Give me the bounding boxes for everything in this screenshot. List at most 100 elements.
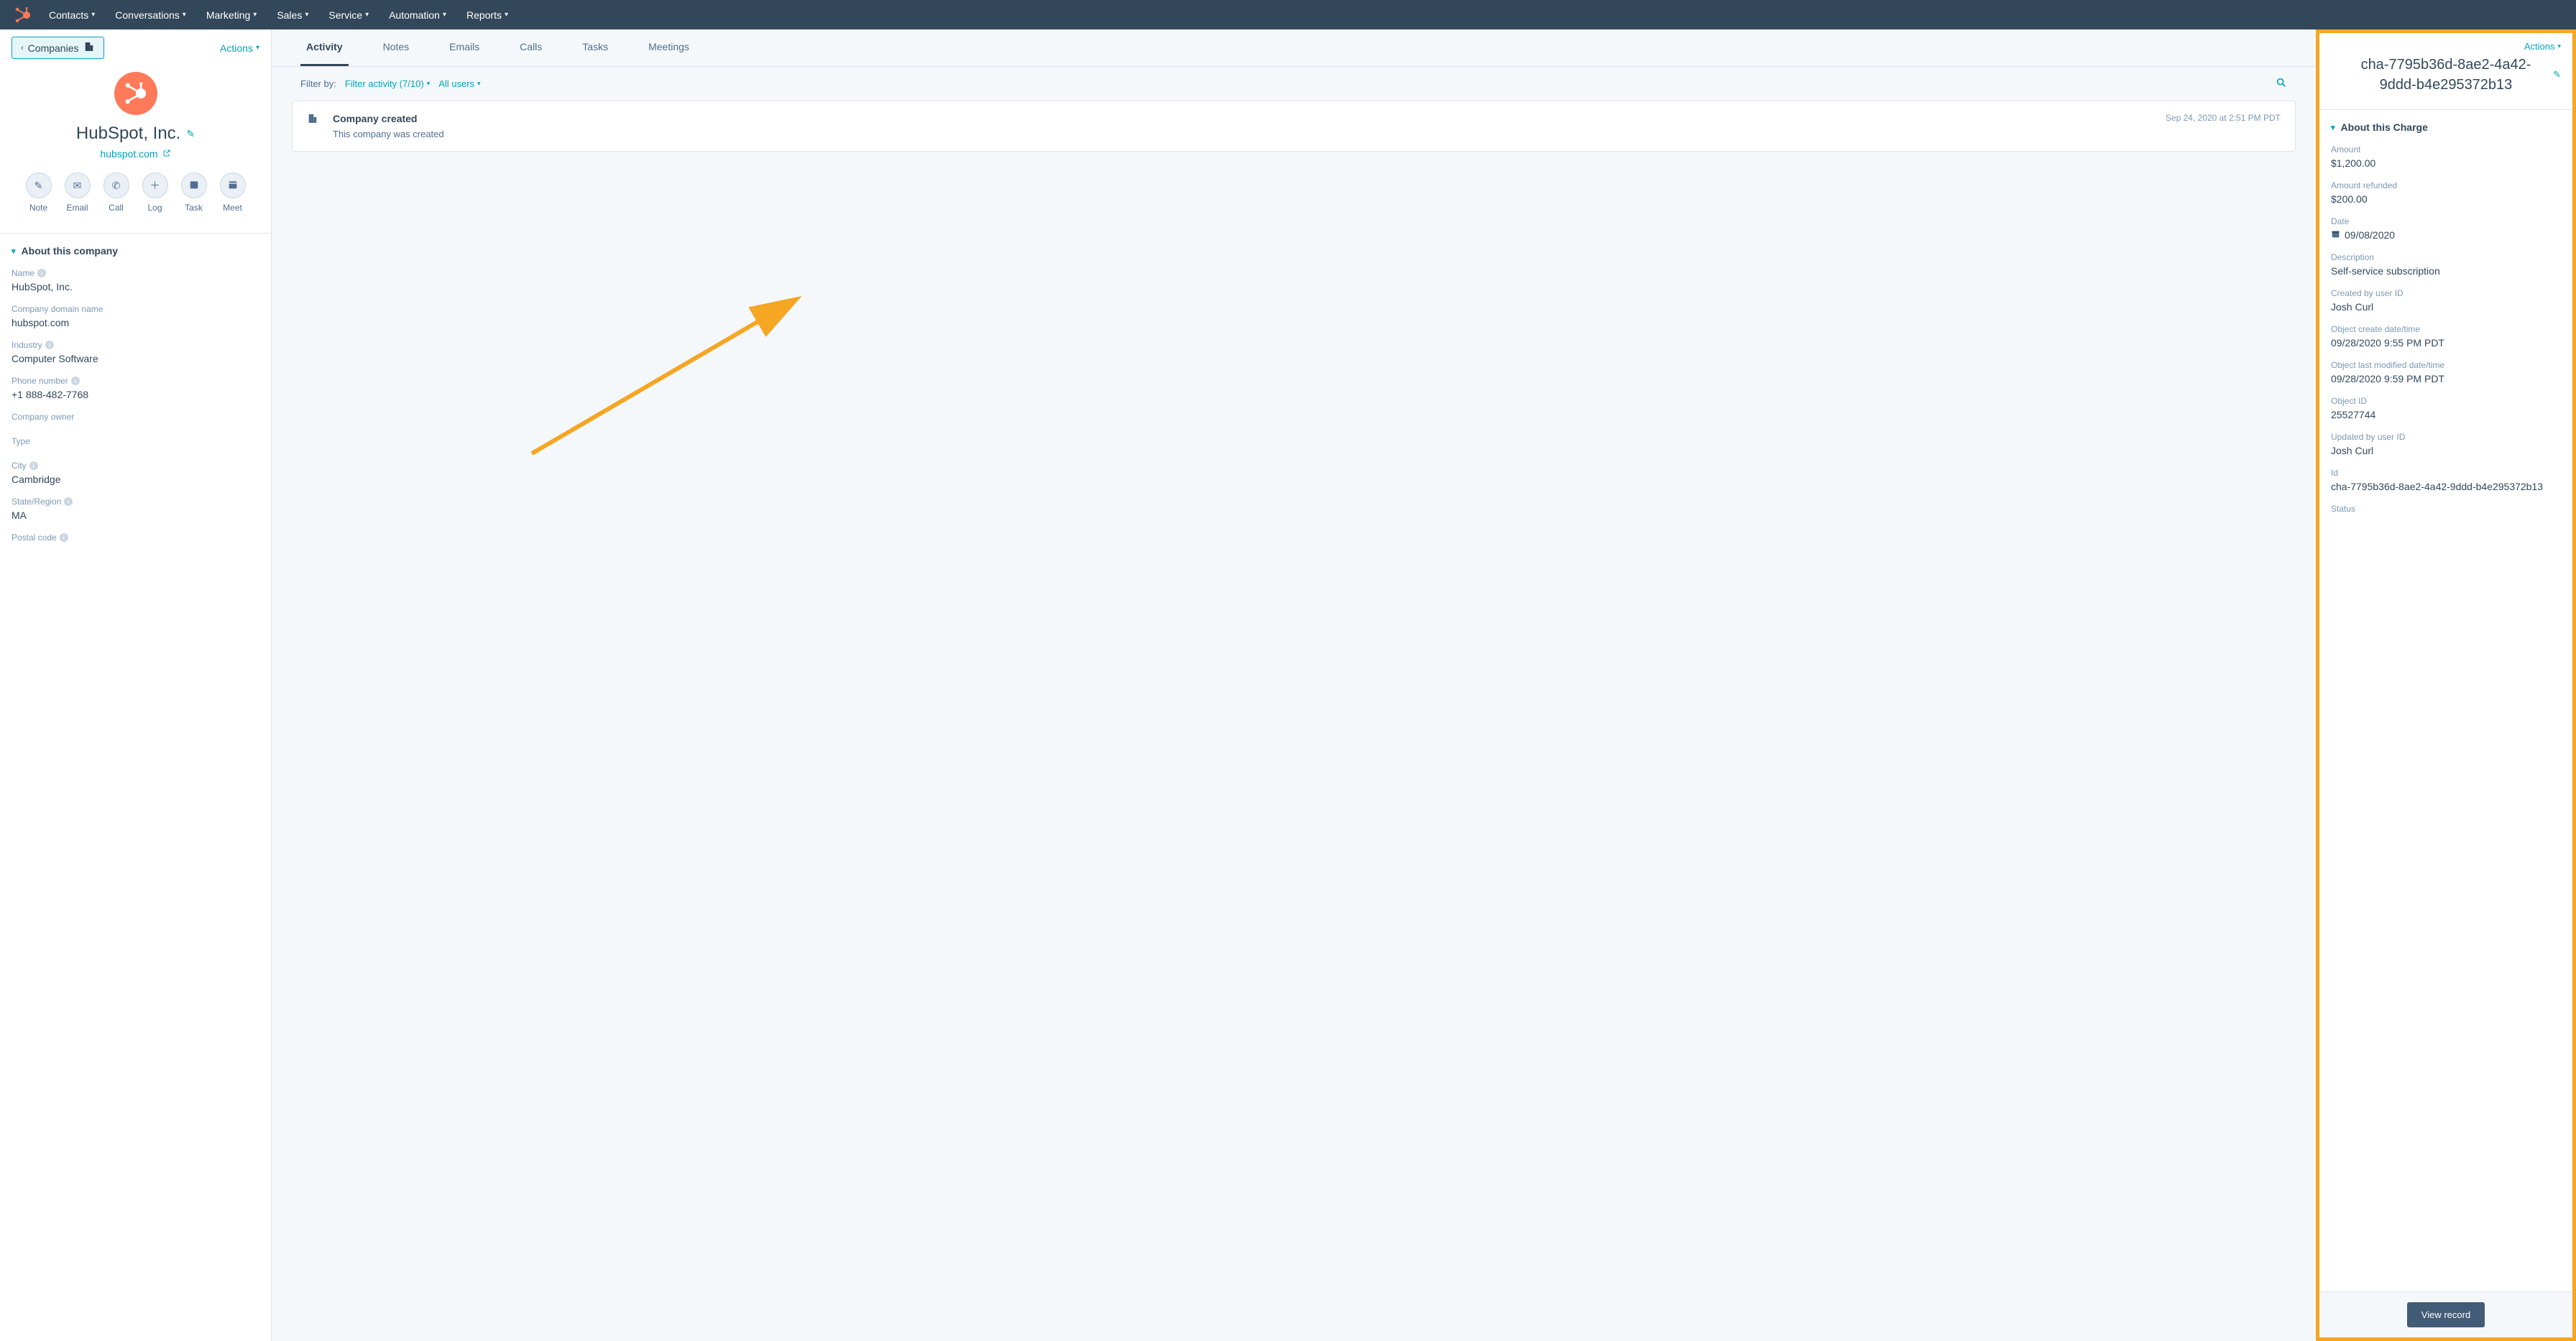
- filter-activity-dropdown[interactable]: Filter activity (7/10) ▾: [345, 78, 430, 89]
- charge-property[interactable]: Date09/08/2020: [2331, 211, 2561, 246]
- plus-icon: ＋: [150, 178, 160, 193]
- property-value: Cambridge: [12, 474, 259, 485]
- company-property[interactable]: Phone numberi +1 888-482-7768: [0, 370, 271, 406]
- view-record-button[interactable]: View record: [2407, 1302, 2485, 1327]
- edit-company-name-icon[interactable]: ✎: [186, 128, 195, 140]
- nav-sales[interactable]: Sales▾: [277, 9, 308, 21]
- charge-property[interactable]: Idcha-7795b36d-8ae2-4a42-9ddd-b4e295372b…: [2331, 462, 2561, 498]
- property-label: Amount: [2331, 144, 2561, 155]
- property-label: Object ID: [2331, 396, 2561, 406]
- chevron-down-icon: ▾: [443, 11, 446, 19]
- left-actions-dropdown[interactable]: Actions▾: [220, 42, 259, 54]
- activity-desc: This company was created: [333, 129, 444, 139]
- chevron-down-icon: ▾: [2331, 123, 2335, 132]
- log-button[interactable]: ＋Log: [142, 172, 168, 213]
- nav-marketing[interactable]: Marketing▾: [206, 9, 257, 21]
- building-icon: [83, 41, 95, 55]
- tab-activity[interactable]: Activity: [300, 29, 349, 66]
- calendar-icon: [2331, 229, 2340, 241]
- about-charge-section-toggle[interactable]: ▾ About this Charge: [2331, 110, 2561, 139]
- company-property[interactable]: Company domain name hubspot.com: [0, 298, 271, 334]
- info-icon: i: [71, 377, 80, 385]
- property-value: MA: [12, 510, 259, 521]
- company-domain-link[interactable]: hubspot.com: [100, 148, 170, 160]
- calendar-icon: [227, 179, 239, 193]
- chevron-down-icon: ▾: [91, 11, 95, 19]
- property-label: Cityi: [12, 461, 259, 471]
- chevron-down-icon: ▾: [2557, 42, 2561, 50]
- nav-conversations[interactable]: Conversations▾: [115, 9, 186, 21]
- charge-property[interactable]: Object create date/time 09/28/2020 9:55 P…: [2331, 318, 2561, 354]
- charge-property[interactable]: DescriptionSelf-service subscription: [2331, 246, 2561, 282]
- company-property[interactable]: Type: [0, 430, 271, 455]
- note-icon: ✎: [34, 180, 43, 192]
- property-label: Industryi: [12, 340, 259, 350]
- chevron-down-icon: ▾: [427, 80, 431, 88]
- charge-property[interactable]: Created by user ID Josh Curl: [2331, 282, 2561, 318]
- charge-property[interactable]: Updated by user IDJosh Curl: [2331, 426, 2561, 462]
- property-value: Josh Curl: [2331, 301, 2561, 313]
- property-label: Company domain name: [12, 304, 259, 314]
- back-to-companies-button[interactable]: ‹ Companies: [12, 37, 104, 59]
- property-label: Id: [2331, 468, 2561, 478]
- activity-title: Company created: [333, 113, 444, 124]
- property-label: Phone numberi: [12, 376, 259, 386]
- property-value: Computer Software: [12, 353, 259, 364]
- company-property[interactable]: Postal codei: [0, 527, 271, 551]
- chevron-down-icon: ▾: [505, 11, 508, 19]
- hubspot-logo-icon: [14, 6, 32, 24]
- property-value: hubspot.com: [12, 317, 259, 328]
- property-label: Updated by user ID: [2331, 432, 2561, 442]
- nav-automation[interactable]: Automation▾: [389, 9, 446, 21]
- charge-property[interactable]: Status: [2331, 498, 2561, 522]
- edit-title-icon[interactable]: ✎: [2553, 68, 2561, 81]
- property-label: Postal codei: [12, 533, 259, 543]
- email-button[interactable]: ✉Email: [65, 172, 91, 213]
- charge-property[interactable]: Object ID25527744: [2331, 390, 2561, 426]
- tab-emails[interactable]: Emails: [443, 29, 485, 66]
- about-company-section-toggle[interactable]: ▾ About this company: [0, 234, 271, 262]
- property-value: +1 888-482-7768: [12, 389, 259, 400]
- company-property[interactable]: Industryi Computer Software: [0, 334, 271, 370]
- company-property[interactable]: State/RegioniMA: [0, 491, 271, 527]
- property-label: Object create date/time: [2331, 324, 2561, 334]
- property-label: Company owner: [12, 412, 259, 422]
- top-nav: Contacts▾ Conversations▾ Marketing▾ Sale…: [0, 0, 2576, 29]
- property-label: Object last modified date/time: [2331, 360, 2561, 370]
- filter-users-dropdown[interactable]: All users ▾: [438, 78, 480, 89]
- tab-notes[interactable]: Notes: [377, 29, 415, 66]
- call-button[interactable]: ✆Call: [104, 172, 129, 213]
- nav-contacts[interactable]: Contacts▾: [49, 9, 95, 21]
- charge-property[interactable]: Amount refunded$200.00: [2331, 175, 2561, 211]
- company-property[interactable]: Company owner: [0, 406, 271, 430]
- chevron-down-icon: ▾: [305, 11, 308, 19]
- right-actions-dropdown[interactable]: Actions ▾: [2524, 41, 2561, 52]
- meet-button[interactable]: Meet: [220, 172, 246, 213]
- task-button[interactable]: Task: [181, 172, 207, 213]
- tab-calls[interactable]: Calls: [514, 29, 548, 66]
- property-label: Description: [2331, 252, 2561, 262]
- search-icon[interactable]: [2276, 77, 2287, 91]
- property-label: Created by user ID: [2331, 288, 2561, 298]
- charge-property[interactable]: Object last modified date/time09/28/2020…: [2331, 354, 2561, 390]
- property-value: $1,200.00: [2331, 157, 2561, 169]
- property-value: HubSpot, Inc.: [12, 281, 259, 292]
- center-panel: Activity Notes Emails Calls Tasks Meetin…: [272, 29, 2316, 1341]
- chevron-down-icon: ▾: [256, 44, 259, 52]
- chevron-down-icon: ▾: [253, 11, 257, 19]
- nav-reports[interactable]: Reports▾: [466, 9, 508, 21]
- tab-meetings[interactable]: Meetings: [643, 29, 695, 66]
- activity-timestamp: Sep 24, 2020 at 2:51 PM PDT: [2166, 113, 2281, 139]
- note-button[interactable]: ✎Note: [26, 172, 52, 213]
- chevron-down-icon: ▾: [477, 80, 481, 88]
- tab-tasks[interactable]: Tasks: [576, 29, 614, 66]
- right-preview-panel: Actions ▾ cha-7795b36d-8ae2-4a42-9ddd-b4…: [2316, 29, 2576, 1341]
- company-property[interactable]: Cityi Cambridge: [0, 455, 271, 491]
- property-label: Namei: [12, 268, 259, 278]
- nav-service[interactable]: Service▾: [328, 9, 369, 21]
- charge-property[interactable]: Amount $1,200.00: [2331, 139, 2561, 175]
- company-property[interactable]: Namei HubSpot, Inc.: [0, 262, 271, 298]
- chevron-down-icon: ▾: [12, 246, 16, 256]
- property-value: 09/28/2020 9:55 PM PDT: [2331, 337, 2561, 349]
- property-label: Status: [2331, 504, 2561, 514]
